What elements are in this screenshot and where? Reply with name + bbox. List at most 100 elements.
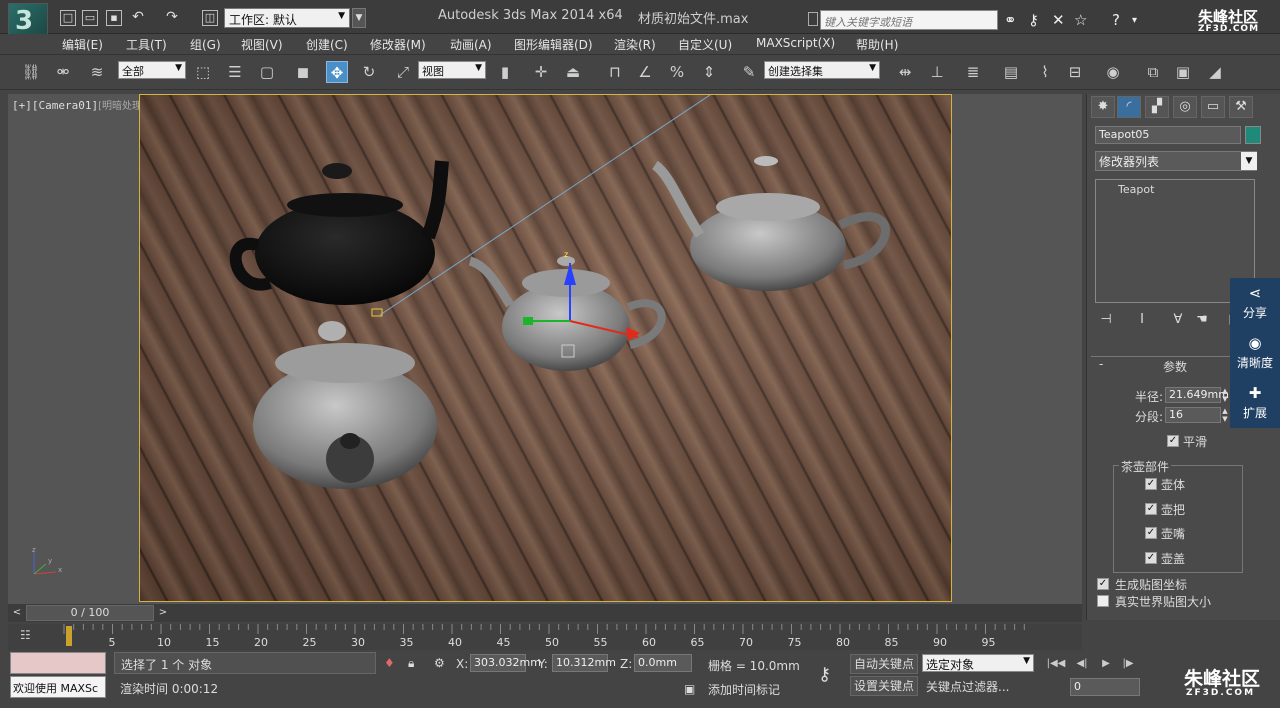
redo-icon[interactable]: ↷	[164, 10, 180, 26]
time-prev-icon[interactable]: <	[10, 604, 24, 622]
chevron-down-icon[interactable]: ▼	[1241, 152, 1257, 170]
real-world-checkbox[interactable]	[1097, 595, 1109, 607]
isolate-selection-icon[interactable]: ♦	[384, 656, 395, 670]
key-selection-select[interactable]: 选定对象 ▼	[922, 654, 1034, 672]
pivot-center-icon[interactable]: ▮	[494, 61, 516, 83]
maxscript-mini-listener[interactable]: 欢迎使用 MAXSc	[10, 676, 106, 698]
key-icon[interactable]: ⚷	[1028, 11, 1039, 29]
share-button[interactable]: ⋖ 分享	[1230, 280, 1280, 328]
align-icon[interactable]: ⊥	[926, 61, 948, 83]
material-editor-icon[interactable]: ◉	[1102, 61, 1124, 83]
remove-modifier-icon[interactable]: ☚	[1191, 310, 1213, 330]
menu-graph-editors[interactable]: 图形编辑器(D)	[514, 36, 593, 53]
tab-motion[interactable]: ◎	[1173, 96, 1197, 118]
save-file-icon[interactable]: ▪	[106, 10, 122, 26]
layer-manager-icon[interactable]: ≣	[962, 61, 984, 83]
undo-icon[interactable]: ↶	[130, 10, 146, 26]
keyboard-shortcut-icon[interactable]: ⏏	[562, 61, 584, 83]
transform-mode-icon[interactable]: ⚙	[434, 656, 445, 670]
handle-checkbox[interactable]: ✓	[1145, 503, 1157, 515]
render-production-icon[interactable]: ◢	[1204, 61, 1226, 83]
lid-checkbox[interactable]: ✓	[1145, 552, 1157, 564]
menu-animation[interactable]: 动画(A)	[450, 36, 492, 53]
prev-frame-icon[interactable]: ◀|	[1072, 656, 1092, 672]
help-icon[interactable]: ?	[1112, 11, 1120, 29]
object-color-swatch[interactable]	[1245, 126, 1261, 144]
add-time-tag-button[interactable]: 添加时间标记	[708, 681, 780, 698]
menu-views[interactable]: 视图(V)	[241, 36, 283, 53]
select-and-scale-icon[interactable]: ⤢	[392, 61, 414, 83]
select-by-name-icon[interactable]: ☰	[224, 61, 246, 83]
track-bar[interactable]: ☷ 51015202530354045505560657075808590951…	[8, 624, 1082, 650]
teapot-black[interactable]	[229, 160, 449, 305]
help-dropdown-icon[interactable]: ▾	[1132, 15, 1137, 26]
binoculars-icon[interactable]: ⚭	[1004, 11, 1017, 29]
edit-named-selection-icon[interactable]: ✎	[738, 61, 760, 83]
tab-display[interactable]: ▭	[1201, 96, 1225, 118]
lock-selection-icon[interactable]: 🔒︎	[408, 656, 414, 671]
search-options-icon[interactable]	[808, 12, 818, 26]
time-tag-icon[interactable]: ▣	[684, 682, 695, 696]
reference-coord-select[interactable]: 视图 ▼	[418, 61, 486, 79]
set-key-button[interactable]: 设置关键点	[850, 676, 918, 696]
extend-button[interactable]: ✚ 扩展	[1230, 380, 1280, 428]
window-crossing-icon[interactable]: ◼	[292, 61, 314, 83]
project-folder-icon[interactable]: ◫	[202, 10, 218, 26]
menu-help[interactable]: 帮助(H)	[856, 36, 898, 53]
workspace-select[interactable]: 工作区: 默认 ▼	[224, 8, 350, 28]
tab-create[interactable]: ✸	[1091, 96, 1115, 118]
object-name-field[interactable]: Teapot05	[1095, 126, 1241, 144]
spinner-snap-icon[interactable]: ⇕	[698, 61, 720, 83]
communication-icon[interactable]: ✕	[1052, 11, 1065, 29]
time-slider[interactable]: 0 / 100	[26, 605, 154, 621]
search-input[interactable]: 键入关键字或短语	[820, 10, 998, 30]
rendered-frame-icon[interactable]: ▣	[1172, 61, 1194, 83]
time-next-icon[interactable]: >	[156, 604, 170, 622]
menu-group[interactable]: 组(G)	[190, 36, 221, 53]
rect-selection-icon[interactable]: ▢	[256, 61, 278, 83]
set-key-icon[interactable]: ⚷	[818, 664, 831, 685]
tab-hierarchy[interactable]: ▞	[1145, 96, 1169, 118]
teapot-front[interactable]	[253, 321, 437, 489]
segments-spinner-arrows[interactable]: ▲ ▼	[1221, 407, 1229, 423]
show-end-result-icon[interactable]: Ⅰ	[1131, 310, 1153, 330]
spout-checkbox[interactable]: ✓	[1145, 527, 1157, 539]
viewport-label[interactable]: [+][Camera01][明暗处理]	[12, 97, 146, 112]
angle-snap-icon[interactable]: ∠	[634, 61, 656, 83]
time-cursor[interactable]	[66, 626, 72, 646]
scene-explorer-icon[interactable]: ▤	[1000, 61, 1022, 83]
unlink-icon[interactable]: ⚮	[52, 61, 74, 83]
camera-safe-frame[interactable]: z	[139, 94, 952, 602]
x-coord-input[interactable]: 303.032mm	[470, 654, 541, 672]
gen-mapping-checkbox[interactable]: ✓	[1097, 578, 1109, 590]
segments-input[interactable]: 16	[1165, 407, 1221, 423]
percent-snap-icon[interactable]: %	[666, 61, 688, 83]
next-frame-icon[interactable]: |▶	[1118, 656, 1138, 672]
tab-utilities[interactable]: ⚒	[1229, 96, 1253, 118]
clarity-button[interactable]: ◉ 清晰度	[1230, 330, 1280, 378]
z-coord-input[interactable]: 0.0mm	[634, 654, 692, 672]
menu-edit[interactable]: 编辑(E)	[62, 36, 103, 53]
auto-key-button[interactable]: 自动关键点	[850, 654, 918, 674]
body-checkbox[interactable]: ✓	[1145, 478, 1157, 490]
smooth-checkbox[interactable]: ✓	[1167, 435, 1179, 447]
modifier-list-select[interactable]: 修改器列表	[1095, 151, 1257, 171]
goto-start-icon[interactable]: |◀◀	[1046, 656, 1066, 672]
stack-item-teapot[interactable]: Teapot	[1118, 183, 1154, 196]
mini-curve-editor-icon[interactable]: ☷	[20, 628, 31, 642]
menu-create[interactable]: 创建(C)	[306, 36, 348, 53]
pin-stack-icon[interactable]: ⊣	[1095, 310, 1117, 330]
menu-rendering[interactable]: 渲染(R)	[614, 36, 656, 53]
teapot-selected[interactable]: z	[468, 250, 666, 371]
link-icon[interactable]: ⛓	[20, 61, 42, 83]
select-object-icon[interactable]: ⬚	[192, 61, 214, 83]
select-manipulate-icon[interactable]: ✛	[530, 61, 552, 83]
quick-access-dropdown[interactable]: ▼	[352, 8, 366, 28]
snap-toggle-icon[interactable]: ⊓	[604, 61, 626, 83]
select-and-rotate-icon[interactable]: ↻	[358, 61, 380, 83]
selection-filter-select[interactable]: 全部 ▼	[118, 61, 186, 79]
play-icon[interactable]: ▶	[1096, 656, 1116, 672]
key-filters-button[interactable]: 关键点过滤器...	[926, 678, 1009, 695]
tab-modify[interactable]: ◜	[1117, 96, 1141, 118]
schematic-view-icon[interactable]: ⊟	[1064, 61, 1086, 83]
